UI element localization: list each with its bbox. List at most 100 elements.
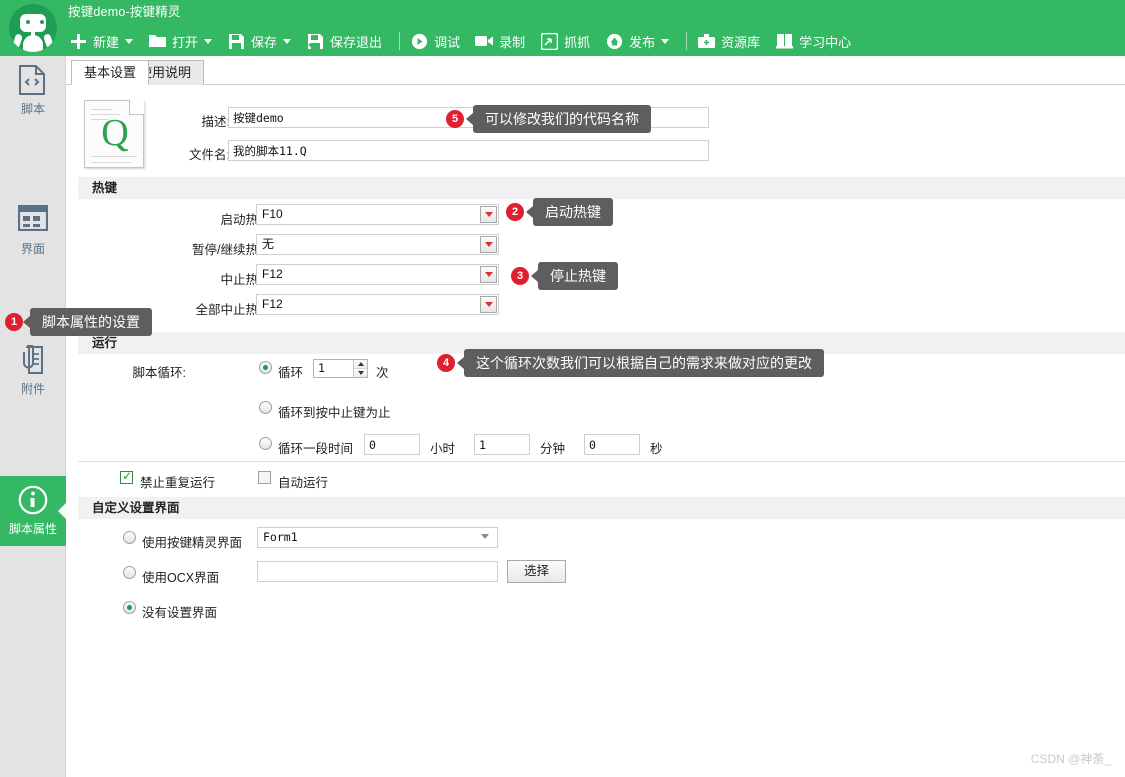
- toolbar-library-button[interactable]: 资源库: [696, 28, 768, 54]
- sidebar-item-script-label: 脚本: [20, 102, 45, 116]
- chevron-down-icon[interactable]: [283, 38, 292, 44]
- play-icon: [409, 31, 429, 51]
- tab-basic-settings[interactable]: 基本设置: [71, 60, 150, 85]
- briefcase-icon: [696, 31, 716, 51]
- sidebar-item-interface[interactable]: 界面: [0, 196, 66, 266]
- dropdown-arrow-icon[interactable]: [480, 236, 497, 253]
- robot-icon: [9, 4, 57, 52]
- ocx-browse-button[interactable]: 选择: [507, 560, 567, 583]
- loop-count-radio[interactable]: [259, 361, 272, 374]
- no-ui-radio[interactable]: [123, 601, 136, 614]
- toolbar-publish-label: 发布: [629, 34, 656, 50]
- toolbar-new-button[interactable]: 新建: [68, 28, 141, 54]
- stop-hotkey-value: F12: [262, 267, 283, 281]
- use-ocx-ui-radio[interactable]: [123, 566, 136, 579]
- dropdown-arrow-icon[interactable]: [480, 206, 497, 223]
- loop-seconds-input[interactable]: [584, 434, 640, 455]
- stop-hotkey-combo[interactable]: F12: [256, 264, 499, 285]
- toolbar-library-label: 资源库: [721, 34, 761, 50]
- toolbar-debug-button[interactable]: 调试: [409, 28, 468, 54]
- auto-run-label: 自动运行: [278, 476, 329, 490]
- attachment-icon: [18, 344, 48, 375]
- auto-run-checkbox[interactable]: [258, 471, 271, 484]
- q-document-icon: Q: [84, 100, 144, 168]
- filename-input[interactable]: [228, 140, 709, 161]
- annotation-callout-1: 脚本属性的设置: [23, 308, 152, 336]
- annotation-callout-5: 可以修改我们的代码名称: [466, 105, 651, 133]
- annotation-badge-2: 2: [506, 203, 524, 221]
- no-repeat-label: 禁止重复运行: [140, 476, 216, 490]
- stop-all-hotkey-combo[interactable]: F12: [256, 294, 499, 315]
- toolbar-learning-center-button[interactable]: 学习中心: [774, 28, 859, 54]
- capture-icon: [539, 31, 559, 51]
- toolbar-publish-button[interactable]: 发布: [604, 28, 677, 54]
- annotation-badge-3: 3: [511, 267, 529, 285]
- no-ui-label: 没有设置界面: [142, 606, 218, 620]
- application-window: 按键demo-按键精灵 新建 打开 保存 保存退出 调试 录制 抓抓 发布 资源…: [0, 0, 1125, 777]
- description-label: 描述:: [201, 115, 230, 129]
- sidebar-item-attachment-label: 附件: [20, 382, 45, 396]
- annotation-badge-5: 5: [446, 110, 464, 128]
- publish-icon: [604, 31, 624, 51]
- app-title: 按键demo-按键精灵: [68, 5, 181, 19]
- window-grid-icon: [17, 204, 49, 235]
- hotkey-section-header: 热键: [78, 177, 1125, 199]
- custom-ui-section-header: 自定义设置界面: [78, 497, 1125, 519]
- sidebar-item-script[interactable]: 脚本: [0, 56, 66, 126]
- ocx-path-input[interactable]: [257, 561, 498, 582]
- toolbar-record-button[interactable]: 录制: [474, 28, 533, 54]
- start-hotkey-value: F10: [262, 207, 283, 221]
- code-file-icon: [18, 65, 48, 95]
- annotation-badge-4: 4: [437, 354, 455, 372]
- annotation-badge-1: 1: [5, 313, 23, 331]
- use-ocx-ui-label: 使用OCX界面: [142, 571, 220, 585]
- toolbar-open-button[interactable]: 打开: [147, 28, 220, 54]
- sidebar-item-attachment[interactable]: 附件: [0, 336, 66, 406]
- toolbar-open-label: 打开: [172, 34, 199, 50]
- use-builtin-ui-radio[interactable]: [123, 531, 136, 544]
- info-icon: [18, 485, 48, 515]
- toolbar-capture-label: 抓抓: [564, 34, 591, 50]
- pause-hotkey-label: 暂停/继续热键:: [192, 243, 274, 257]
- toolbar-save-exit-button[interactable]: 保存退出: [305, 28, 390, 54]
- loop-until-stop-label: 循环到按中止键为止: [278, 406, 391, 420]
- chevron-down-icon[interactable]: [204, 38, 213, 44]
- dropdown-arrow-icon[interactable]: [480, 296, 497, 313]
- builtin-ui-form-value: Form1: [263, 530, 298, 544]
- toolbar-save-exit-label: 保存退出: [330, 34, 383, 50]
- chevron-down-icon[interactable]: [481, 534, 489, 539]
- annotation-callout-2: 启动热键: [526, 198, 613, 226]
- book-icon: [774, 31, 794, 51]
- loop-hours-unit: 小时: [430, 442, 456, 456]
- loop-seconds-unit: 秒: [650, 442, 663, 456]
- save-exit-icon: [305, 31, 325, 51]
- toolbar-capture-button[interactable]: 抓抓: [539, 28, 598, 54]
- dropdown-arrow-icon[interactable]: [480, 266, 497, 283]
- loop-count-stepper[interactable]: 1: [313, 359, 368, 378]
- save-icon: [226, 31, 246, 51]
- app-logo: [5, 2, 61, 54]
- main-content: Q 描述: 文件名: 热键 启动热键: F10 暂停/继续热键: 无 中止热键:…: [66, 85, 1125, 777]
- chevron-down-icon[interactable]: [661, 38, 670, 44]
- toolbar-save-button[interactable]: 保存: [226, 28, 299, 54]
- toolbar-separator: [399, 32, 401, 50]
- start-hotkey-combo[interactable]: F10: [256, 204, 499, 225]
- no-repeat-checkbox[interactable]: [120, 469, 133, 484]
- script-loop-label: 脚本循环:: [132, 366, 186, 380]
- loop-until-stop-radio[interactable]: [259, 401, 272, 414]
- loop-minutes-unit: 分钟: [540, 442, 566, 456]
- chevron-down-icon[interactable]: [125, 38, 134, 44]
- loop-minutes-input[interactable]: [474, 434, 530, 455]
- builtin-ui-form-combo[interactable]: Form1: [257, 527, 498, 548]
- pause-hotkey-combo[interactable]: 无: [256, 234, 499, 255]
- toolbar-new-label: 新建: [93, 34, 120, 50]
- stepper-down-icon[interactable]: [354, 369, 367, 377]
- sidebar-item-script-properties[interactable]: 脚本属性: [0, 476, 67, 546]
- divider: [78, 461, 1125, 462]
- loop-duration-radio[interactable]: [259, 437, 272, 450]
- stepper-up-icon[interactable]: [354, 360, 367, 369]
- loop-count-value: 1: [318, 361, 325, 375]
- annotation-callout-3: 停止热键: [531, 262, 618, 290]
- loop-hours-input[interactable]: [364, 434, 420, 455]
- toolbar-separator: [686, 32, 688, 50]
